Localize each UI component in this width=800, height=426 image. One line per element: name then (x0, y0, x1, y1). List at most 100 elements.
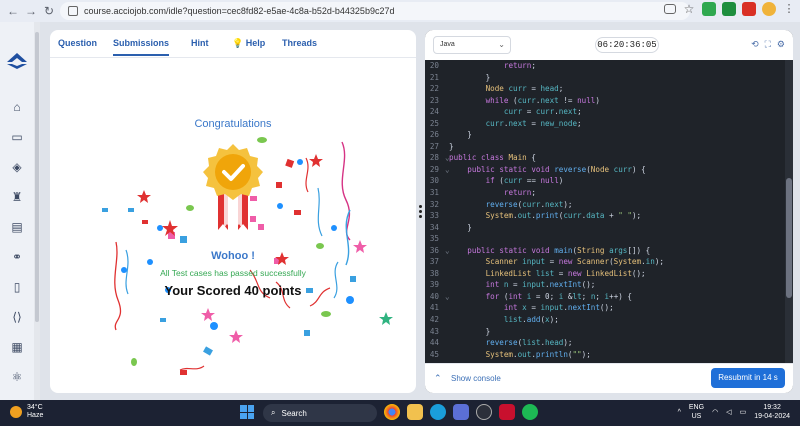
calendar-icon[interactable]: ▦ (10, 340, 24, 354)
clock[interactable]: 19:32 19-04-2024 (754, 403, 790, 421)
code-line[interactable]: 43 } (425, 326, 793, 338)
line-number: 26 (429, 130, 439, 140)
code-line[interactable]: 23 while (curr.next != null) (425, 95, 793, 107)
code-line[interactable]: 36 ⌄ public static void main(String args[… (425, 245, 793, 257)
trophy-icon[interactable]: ♜ (10, 190, 24, 204)
taskbar-search[interactable]: ⌕ Search (263, 404, 377, 422)
file-explorer-icon[interactable] (407, 404, 423, 420)
line-number: 28 (429, 153, 439, 163)
input-language[interactable]: ENG US (689, 403, 704, 421)
fold-gutter (445, 233, 449, 245)
code-line[interactable]: 22 Node curr = head; (425, 83, 793, 95)
screen-icon[interactable] (664, 4, 676, 14)
code-line[interactable]: 32 reverse(curr.next); (425, 199, 793, 211)
code-line[interactable]: 38 LinkedList list = new LinkedList(); (425, 268, 793, 280)
spotify-icon[interactable] (522, 404, 538, 420)
bookmark-star-icon[interactable]: ☆ (682, 2, 696, 16)
profile-avatar[interactable] (762, 2, 776, 16)
line-number: 22 (429, 84, 439, 94)
reload-icon[interactable]: ↻ (40, 2, 58, 20)
extension-green-icon[interactable] (702, 2, 716, 16)
code-line[interactable]: 31 return; (425, 187, 793, 199)
browser-toolbar: ← → ↻ course.acciojob.com/idle?question=… (0, 0, 800, 22)
trophy-badge-icon (203, 144, 263, 230)
code-line[interactable]: 25 curr.next = new_node; (425, 118, 793, 130)
code-line[interactable]: 28 ⌄public class Main { (425, 152, 793, 164)
code-text: LinkedList list = new LinkedList(); (485, 268, 646, 278)
code-line[interactable]: 45 System.out.println(""); (425, 349, 793, 361)
network-icon[interactable]: ⚛ (10, 370, 24, 384)
chat-icon[interactable]: ▤ (10, 220, 24, 234)
code-icon[interactable]: ⟨⟩ (10, 310, 24, 324)
dell-icon[interactable] (476, 404, 492, 420)
code-line[interactable]: 39 int n = input.nextInt(); (425, 279, 793, 291)
code-line[interactable]: 41 int x = input.nextInt(); (425, 302, 793, 314)
code-line[interactable]: 44 reverse(list.head); (425, 337, 793, 349)
resubmit-button[interactable]: Resubmit in 14 s (711, 368, 785, 388)
code-line[interactable]: 42 list.add(x); (425, 314, 793, 326)
wohoo-text: Wohoo ! (211, 250, 255, 262)
left-scrollbar[interactable] (34, 22, 40, 400)
chevron-up-icon[interactable]: ⌃ (434, 373, 442, 384)
edge-icon[interactable] (430, 404, 446, 420)
reset-icon[interactable]: ⟲ (751, 39, 759, 50)
home-icon[interactable]: ⌂ (10, 100, 24, 114)
book-icon[interactable]: ▭ (10, 130, 24, 144)
editor-tools: ⟲ ⛶ ⚙ (751, 39, 785, 50)
mcafee-icon[interactable] (499, 404, 515, 420)
battery-icon[interactable]: ▭ (740, 408, 747, 416)
code-line[interactable]: 33 System.out.print(curr.data + " "); (425, 210, 793, 222)
menu-icon[interactable]: ⋮ (782, 2, 796, 16)
editor-footer: ⌃ Show console Resubmit in 14 s (425, 363, 793, 393)
editor-header: Java ⌄ 06:20:36:05 ⟲ ⛶ ⚙ (425, 30, 793, 60)
store-icon[interactable] (453, 404, 469, 420)
chrome-icon[interactable] (384, 404, 400, 420)
url-text: course.acciojob.com/idle?question=cec8fd… (84, 6, 395, 16)
code-line[interactable]: 34 } (425, 222, 793, 234)
line-number: 43 (429, 326, 439, 336)
dumbbell-icon[interactable]: ⚭ (10, 250, 24, 264)
code-line[interactable]: 35 (425, 233, 793, 245)
document-icon[interactable]: ▯ (10, 280, 24, 294)
address-bar[interactable]: course.acciojob.com/idle?question=cec8fd… (60, 2, 690, 20)
line-number: 33 (429, 211, 439, 221)
code-line[interactable]: 37 Scanner input = new Scanner(System.in… (425, 256, 793, 268)
code-text: reverse(curr.next); (485, 199, 573, 209)
code-line[interactable]: 29 ⌄ public static void reverse(Node curr… (425, 164, 793, 176)
show-console-button[interactable]: Show console (451, 374, 501, 383)
fullscreen-icon[interactable]: ⛶ (765, 39, 771, 50)
code-text: Node curr = head; (485, 84, 564, 94)
code-line[interactable]: 40 ⌄ for (int i = 0; i &lt; n; i++) { (425, 291, 793, 303)
weather-widget[interactable]: 34°C Haze (10, 404, 43, 420)
code-line[interactable]: 26 } (425, 129, 793, 141)
line-number: 41 (429, 303, 439, 313)
windows-start-icon[interactable] (240, 405, 254, 419)
settings-gear-icon[interactable]: ⚙ (777, 39, 785, 50)
code-line[interactable]: 30 if (curr == null) (425, 175, 793, 187)
code-scrollbar[interactable] (785, 60, 793, 363)
line-number: 24 (429, 107, 439, 117)
tray-chevron-up-icon[interactable]: ^ (678, 409, 681, 416)
volume-icon[interactable]: ◁ (726, 408, 731, 416)
code-area[interactable]: 20 return; 21 } 22 Node curr = head; 23 whi… (425, 60, 793, 363)
site-info-icon[interactable] (68, 6, 78, 16)
code-line[interactable]: 24 curr = curr.next; (425, 106, 793, 118)
code-text: Scanner input = new Scanner(System.in); (485, 257, 664, 267)
forward-icon[interactable]: → (22, 2, 40, 20)
panel-splitter-handle[interactable] (419, 205, 423, 221)
extension-green2-icon[interactable] (722, 2, 736, 16)
code-line[interactable]: 27 } (425, 141, 793, 153)
code-text: while (curr.next != null) (485, 95, 600, 105)
wifi-icon[interactable]: ◠ (712, 408, 718, 416)
line-number: 45 (429, 349, 439, 359)
acciojob-logo-icon[interactable] (6, 52, 28, 70)
extension-red-icon[interactable] (742, 2, 756, 16)
layers-icon[interactable]: ◈ (10, 160, 24, 174)
language-select[interactable]: Java ⌄ (433, 36, 511, 54)
line-number: 31 (429, 188, 439, 198)
code-line[interactable]: 20 return; (425, 60, 793, 72)
line-number: 38 (429, 268, 439, 278)
back-icon[interactable]: ← (4, 2, 22, 20)
problem-panel: Question Submissions Hint 💡 Help Threads (50, 30, 416, 393)
code-line[interactable]: 21 } (425, 72, 793, 84)
